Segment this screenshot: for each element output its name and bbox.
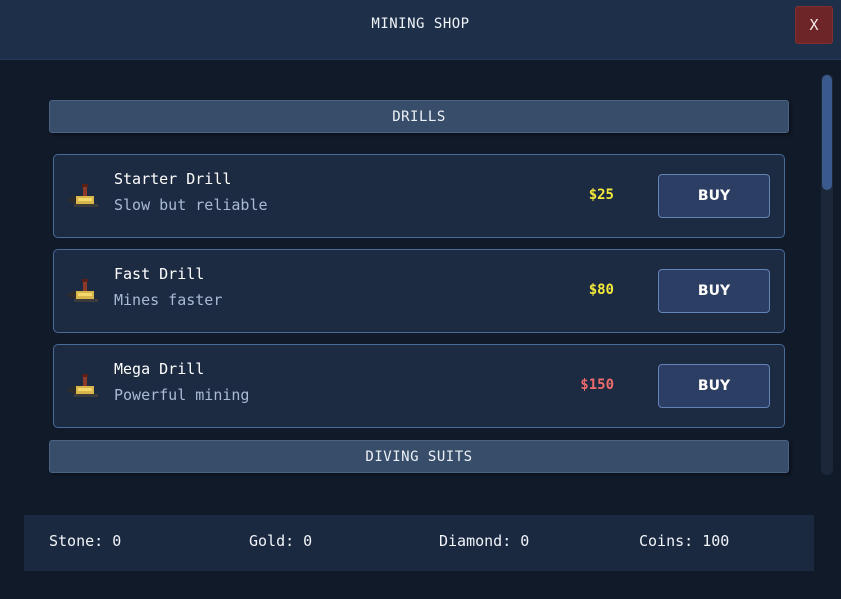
buy-button[interactable]: BUY [658,364,770,408]
item-description: Mines faster [114,291,223,309]
stone-count: Stone: 0 [49,532,122,550]
shop-item-fast-drill: Fast Drill Mines faster $80 BUY [53,249,785,333]
item-name: Starter Drill [114,170,232,188]
close-button[interactable]: X [795,6,833,44]
item-price: $150 [580,377,614,393]
drill-icon [66,184,98,207]
diamond-count: Diamond: 0 [439,532,530,550]
scrollbar-thumb[interactable] [822,75,832,190]
item-price: $80 [588,282,614,298]
shop-title: MINING SHOP [371,16,470,32]
resource-bar: Stone: 0 Gold: 0 Diamond: 0 Coins: 100 [24,515,814,571]
section-header-drills: DRILLS [49,100,789,133]
coins-count: Coins: 100 [639,532,730,550]
item-description: Powerful mining [114,386,250,404]
shop-item-mega-drill: Mega Drill Powerful mining $150 BUY [53,344,785,428]
scrollbar[interactable] [821,74,833,475]
section-header-diving-suits: DIVING SUITS [49,440,789,473]
item-price: $25 [588,187,614,203]
item-name: Mega Drill [114,360,205,378]
shop-item-starter-drill: Starter Drill Slow but reliable $25 BUY [53,154,785,238]
buy-button[interactable]: BUY [658,174,770,218]
gold-count: Gold: 0 [249,532,313,550]
item-description: Slow but reliable [114,196,268,214]
drill-icon [66,374,98,397]
item-name: Fast Drill [114,265,205,283]
shop-header: MINING SHOP X [0,0,841,60]
buy-button[interactable]: BUY [658,269,770,313]
drill-icon [66,279,98,302]
